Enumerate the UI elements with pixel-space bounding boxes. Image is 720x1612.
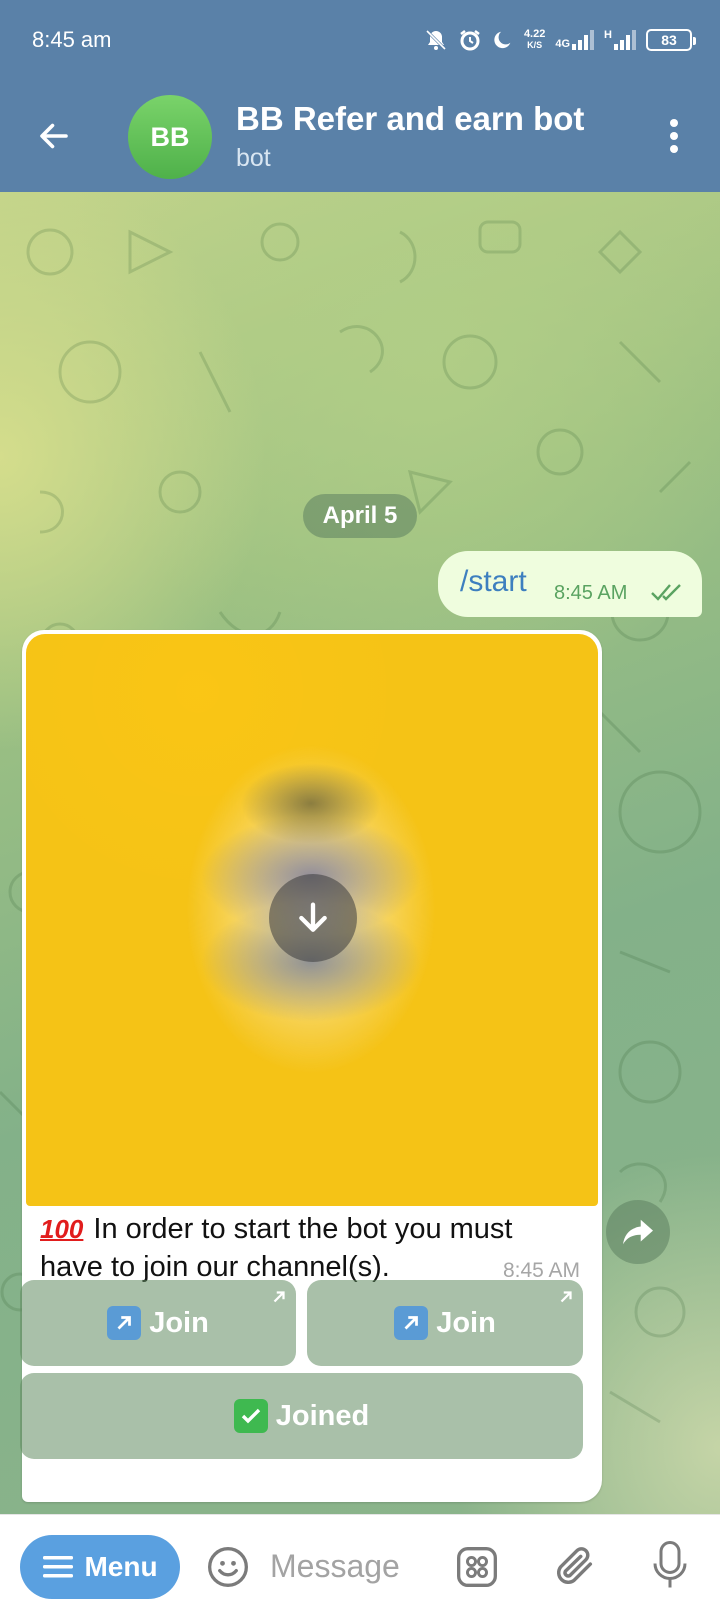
check-mark-icon — [233, 1399, 268, 1433]
alarm-icon — [460, 30, 480, 51]
arrow-up-right-icon — [107, 1306, 142, 1340]
menu-icon — [43, 1556, 74, 1578]
emoji-icon[interactable] — [206, 1545, 250, 1589]
date-chip: April 5 — [303, 494, 417, 538]
join-button-1[interactable]: Join — [20, 1280, 296, 1366]
signal-2: H — [604, 30, 636, 50]
download-icon — [299, 902, 327, 932]
download-button[interactable] — [269, 874, 357, 962]
avatar[interactable]: BB — [128, 95, 212, 179]
chat-title[interactable]: BB Refer and earn bot — [236, 100, 584, 138]
mic-icon[interactable] — [652, 1539, 688, 1591]
chat-subtitle: bot — [236, 144, 271, 172]
outgoing-message[interactable]: /start 8:45 AM — [438, 551, 702, 617]
more-vert-icon — [670, 119, 678, 153]
chat-area[interactable]: April 5 /start 8:45 AM 100 In order to st… — [0, 192, 720, 1514]
share-icon — [623, 1219, 653, 1245]
status-bar: 8:45 am 4.22 K/S 4G H 83 — [0, 0, 720, 80]
share-button[interactable] — [606, 1200, 670, 1264]
incoming-message-text: 100 In order to start the bot you must ha… — [40, 1213, 513, 1283]
back-arrow-icon — [40, 123, 68, 149]
signal-1: 4G — [555, 30, 595, 50]
outgoing-message-time: 8:45 AM — [554, 582, 628, 604]
outgoing-message-text[interactable]: /start — [460, 565, 527, 599]
photo-preview[interactable] — [26, 634, 598, 1206]
message-composer: Menu — [0, 1514, 720, 1612]
back-button[interactable] — [30, 112, 78, 160]
arrow-up-right-icon — [394, 1306, 429, 1340]
hundred-points-emoji: 100 — [40, 1214, 84, 1244]
attach-icon[interactable] — [552, 1543, 598, 1589]
apps-icon[interactable] — [455, 1545, 499, 1589]
battery-indicator: 83 — [646, 29, 696, 51]
joined-button[interactable]: Joined — [20, 1373, 583, 1459]
message-input[interactable] — [270, 1541, 430, 1591]
double-check-icon — [651, 584, 681, 601]
menu-button[interactable]: Menu — [20, 1535, 180, 1599]
net-speed: 4.22 K/S — [523, 28, 546, 51]
status-icons: 4.22 K/S 4G H 83 — [424, 28, 696, 52]
moon-icon — [494, 31, 511, 49]
signal-bars-icon — [572, 30, 595, 50]
status-time: 8:45 am — [32, 27, 112, 52]
external-link-icon — [273, 1291, 285, 1303]
more-options-button[interactable] — [658, 114, 690, 158]
signal-bars-icon — [614, 30, 636, 50]
external-link-icon — [560, 1291, 572, 1303]
incoming-message[interactable]: 100 In order to start the bot you must ha… — [22, 630, 602, 1502]
join-button-2[interactable]: Join — [307, 1280, 583, 1366]
chat-header: BB BB Refer and earn bot bot — [0, 80, 720, 192]
bell-off-icon — [425, 29, 446, 51]
